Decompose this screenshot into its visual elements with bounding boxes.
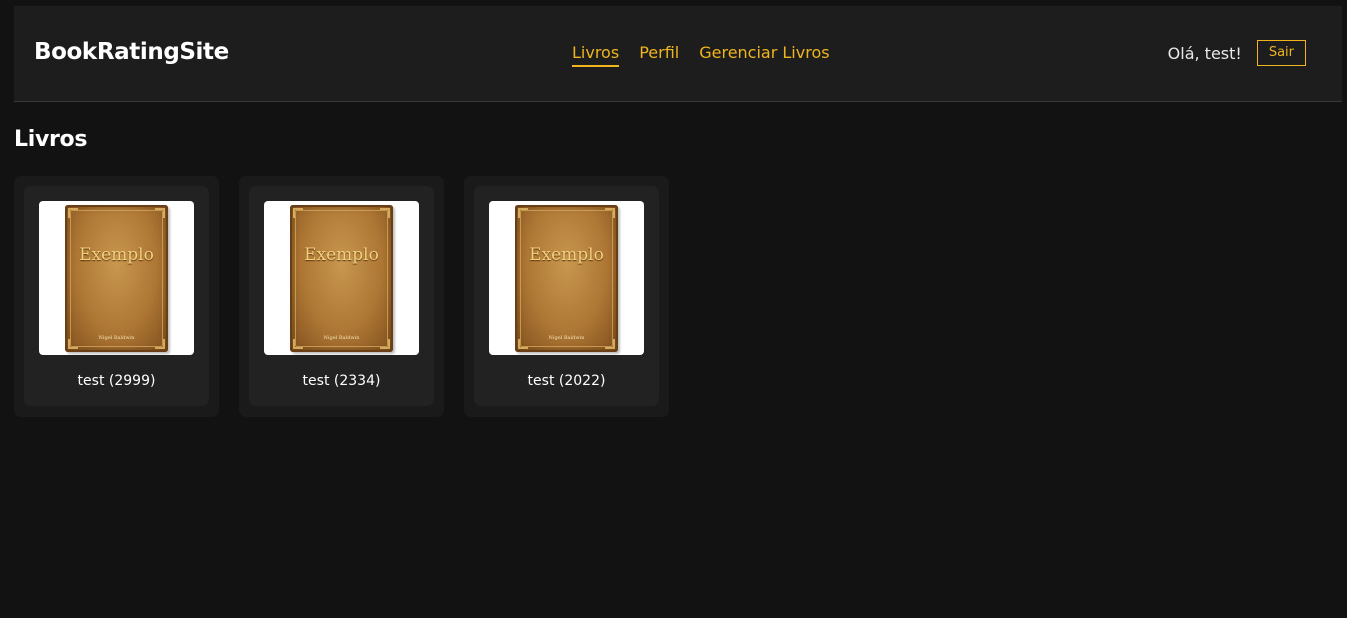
book-caption: test (2334) xyxy=(302,373,381,389)
site-brand[interactable]: BookRatingSite xyxy=(34,39,229,65)
user-area: Olá, test! Sair xyxy=(1168,40,1306,66)
top-navbar: BookRatingSite Livros Perfil Gerenciar L… xyxy=(14,6,1342,102)
book-caption: test (2022) xyxy=(527,373,606,389)
book-cover-frame: Exemplo Nigel Baldwin xyxy=(39,201,194,355)
book-cover-author: Nigel Baldwin xyxy=(98,334,135,341)
logout-button[interactable]: Sair xyxy=(1256,40,1306,66)
user-greeting: Olá, test! xyxy=(1167,43,1242,63)
book-cover-image: Exemplo Nigel Baldwin xyxy=(290,204,393,352)
book-card: Exemplo Nigel Baldwin test (2022) xyxy=(464,176,669,417)
book-cover-author: Nigel Baldwin xyxy=(548,334,585,341)
book-card-link[interactable]: Exemplo Nigel Baldwin test (2334) xyxy=(249,186,434,406)
nav-link-perfil[interactable]: Perfil xyxy=(639,43,679,67)
books-grid: Exemplo Nigel Baldwin test (2999) Exempl… xyxy=(14,176,1342,417)
book-card-link[interactable]: Exemplo Nigel Baldwin test (2999) xyxy=(24,186,209,406)
book-caption: test (2999) xyxy=(77,373,156,389)
nav-link-gerenciar-livros[interactable]: Gerenciar Livros xyxy=(699,43,829,67)
book-cover-image: Exemplo Nigel Baldwin xyxy=(65,204,168,352)
book-card: Exemplo Nigel Baldwin test (2334) xyxy=(239,176,444,417)
book-card: Exemplo Nigel Baldwin test (2999) xyxy=(14,176,219,417)
page-title: Livros xyxy=(14,127,88,152)
book-cover-title: Exemplo xyxy=(304,244,379,265)
nav-link-livros[interactable]: Livros xyxy=(572,43,620,67)
book-cover-title: Exemplo xyxy=(79,244,154,265)
book-cover-image: Exemplo Nigel Baldwin xyxy=(515,204,618,352)
main-nav: Livros Perfil Gerenciar Livros xyxy=(572,43,830,67)
page: BookRatingSite Livros Perfil Gerenciar L… xyxy=(0,0,1347,618)
book-cover-author: Nigel Baldwin xyxy=(323,334,360,341)
book-card-link[interactable]: Exemplo Nigel Baldwin test (2022) xyxy=(474,186,659,406)
book-cover-frame: Exemplo Nigel Baldwin xyxy=(264,201,419,355)
book-cover-title: Exemplo xyxy=(529,244,604,265)
book-cover-frame: Exemplo Nigel Baldwin xyxy=(489,201,644,355)
